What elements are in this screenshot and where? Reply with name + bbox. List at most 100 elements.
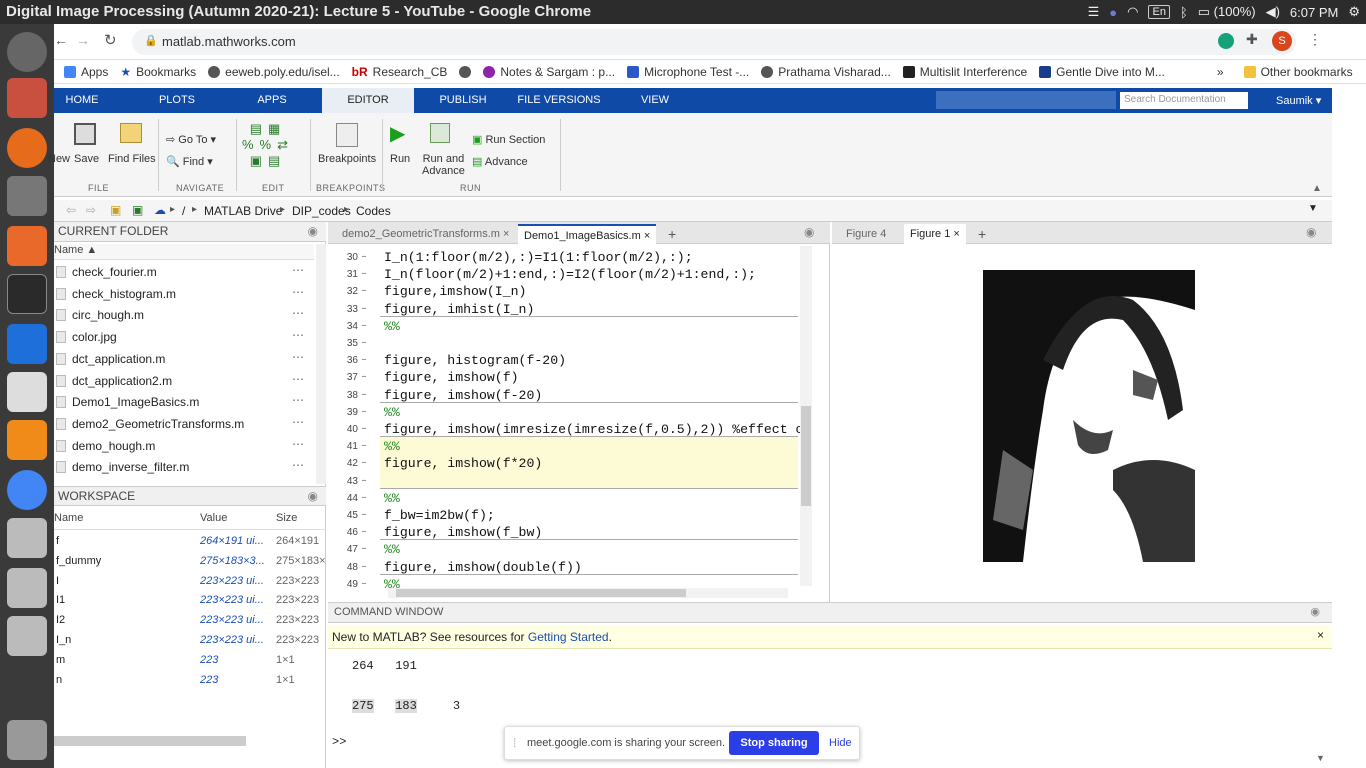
tab-editor[interactable]: EDITOR [322, 88, 414, 113]
volume-icon[interactable]: ◀) [1266, 4, 1280, 20]
workspace-row[interactable]: I1 223×223 ui... 223×223 [54, 591, 326, 611]
grammarly-icon[interactable] [1218, 33, 1234, 49]
advance-button[interactable]: ▤ Advance [472, 155, 528, 168]
breakpoint-marker[interactable]: – [361, 458, 367, 469]
breakpoint-marker[interactable]: – [361, 527, 367, 538]
code-line[interactable]: figure, imshow(f_bw) [384, 525, 542, 540]
col-size[interactable]: Size [276, 512, 297, 524]
breakpoints-button[interactable]: Breakpoints [318, 153, 376, 165]
language-indicator[interactable]: En [1148, 5, 1170, 19]
file-options-icon[interactable]: ⋯ [292, 328, 304, 342]
breakpoint-marker[interactable]: – [361, 390, 367, 401]
folder-file-item[interactable]: demo_inverse_filter.m ⋯ [54, 457, 314, 478]
close-icon[interactable]: × [644, 230, 650, 242]
vscode-icon[interactable] [7, 324, 47, 364]
teams-icon[interactable]: ● [1109, 5, 1117, 20]
find-button[interactable]: 🔍 Find ▾ [166, 155, 213, 168]
editor-tab-demo1[interactable]: Demo1_ImageBasics.m × [518, 224, 657, 244]
tab-file-versions[interactable]: FILE VERSIONS [516, 88, 602, 113]
extensions-icon[interactable]: ✚ [1246, 31, 1258, 48]
text-editor-icon[interactable] [7, 372, 47, 412]
bookmark-bookmarks[interactable]: ★ Bookmarks [120, 65, 196, 79]
forward-icon[interactable]: → [76, 32, 90, 48]
line-number[interactable]: 33 [328, 304, 358, 315]
line-number[interactable]: 49 [328, 579, 358, 590]
chrome-icon[interactable] [7, 470, 47, 510]
scroll-down-icon[interactable]: ▼ [1316, 753, 1325, 763]
breakpoint-marker[interactable]: – [361, 579, 367, 590]
system-tray[interactable]: ☰ ● ◠ En ᛒ ▭ (100%) ◀) 6:07 PM ⚙ [1088, 4, 1360, 20]
folder-file-item[interactable]: color.jpg ⋯ [54, 327, 314, 348]
file-options-icon[interactable]: ⋯ [292, 350, 304, 364]
run-button[interactable]: Run [390, 153, 410, 165]
run-section-button[interactable]: ▣ Run Section [472, 133, 545, 146]
panel-menu-icon[interactable]: ◉ [1306, 225, 1316, 239]
folder-up-icon[interactable]: ▣ [110, 203, 121, 217]
file-options-icon[interactable]: ⋯ [292, 415, 304, 429]
workspace-row[interactable]: m 223 1×1 [54, 651, 326, 671]
breakpoint-marker[interactable]: – [361, 355, 367, 366]
menu-icon[interactable]: ☰ [1088, 4, 1100, 20]
folder-file-item[interactable]: circ_hough.m ⋯ [54, 305, 314, 326]
file-options-icon[interactable]: ⋯ [292, 458, 304, 472]
line-number[interactable]: 44 [328, 493, 358, 504]
code-line[interactable]: figure, imhist(I_n) [384, 302, 534, 317]
line-number[interactable]: 34 [328, 321, 358, 332]
path-root[interactable]: / [182, 204, 185, 218]
code-line[interactable]: %% [384, 405, 400, 420]
line-number[interactable]: 48 [328, 562, 358, 573]
back-icon[interactable]: ← [54, 32, 68, 48]
folder-file-item[interactable]: dct_application2.m ⋯ [54, 371, 314, 392]
workspace-scrollbar[interactable] [54, 736, 246, 746]
profile-avatar[interactable]: S [1272, 31, 1292, 51]
close-icon[interactable]: × [503, 228, 509, 240]
col-name[interactable]: Name [54, 512, 83, 524]
drag-handle-icon[interactable]: ⁞ [513, 736, 516, 750]
file-options-icon[interactable]: ⋯ [292, 437, 304, 451]
close-icon[interactable]: × [953, 228, 959, 240]
bookmark-eeweb[interactable]: eeweb.poly.edu/isel... [208, 65, 340, 79]
workspace-row[interactable]: f 264×191 ui... 264×191 [54, 532, 326, 552]
user-menu[interactable]: Saumik ▾ [1276, 94, 1321, 107]
stop-sharing-button[interactable]: Stop sharing [729, 731, 819, 755]
line-number[interactable]: 46 [328, 527, 358, 538]
scroll-thumb[interactable] [801, 406, 811, 506]
code-line[interactable]: figure,imshow(I_n) [384, 284, 526, 299]
tab-publish[interactable]: PUBLISH [434, 88, 492, 113]
file-options-icon[interactable]: ⋯ [292, 306, 304, 320]
quick-access-toolbar[interactable] [936, 91, 1116, 109]
editor-tab-demo2[interactable]: demo2_GeometricTransforms.m × [336, 224, 515, 244]
trash-icon[interactable] [7, 720, 47, 760]
new-button[interactable]: New [48, 153, 70, 165]
bookmark-notes[interactable]: Notes & Sargam : p... [483, 65, 615, 79]
col-value[interactable]: Value [200, 512, 227, 524]
line-number[interactable]: 36 [328, 355, 358, 366]
breakpoint-marker[interactable]: – [361, 372, 367, 383]
line-number[interactable]: 41 [328, 441, 358, 452]
line-number[interactable]: 45 [328, 510, 358, 521]
breakpoint-marker[interactable]: – [361, 424, 367, 435]
editor-vertical-scrollbar[interactable] [800, 246, 812, 586]
line-number[interactable]: 32 [328, 286, 358, 297]
clock[interactable]: 6:07 PM [1290, 5, 1338, 20]
file-options-icon[interactable]: ⋯ [292, 372, 304, 386]
tab-plots[interactable]: PLOTS [146, 88, 208, 113]
line-number[interactable]: 43 [328, 476, 358, 487]
new-figure-plus-icon[interactable]: + [972, 224, 992, 244]
hscroll-thumb[interactable] [396, 589, 686, 597]
bookmark-microphone[interactable]: Microphone Test -... [627, 65, 749, 79]
line-number[interactable]: 38 [328, 390, 358, 401]
bookmark-multislit[interactable]: Multislit Interference [902, 65, 1027, 79]
search-documentation-input[interactable]: Search Documentation [1120, 92, 1248, 109]
figure-tab-1[interactable]: Figure 1 × [904, 224, 966, 244]
code-line[interactable]: f_bw=im2bw(f); [384, 508, 495, 523]
command-prompt[interactable]: >> [332, 735, 346, 749]
tab-home[interactable]: HOME [54, 88, 110, 113]
vlc-icon[interactable] [7, 420, 47, 460]
breakpoint-marker[interactable]: – [361, 286, 367, 297]
breakpoint-marker[interactable]: – [361, 441, 367, 452]
figure-tab-4[interactable]: Figure 4 [840, 224, 892, 244]
breakpoint-marker[interactable]: – [361, 321, 367, 332]
go-to-button[interactable]: ⇨ Go To ▾ [166, 133, 216, 146]
workspace-row[interactable]: I_n 223×223 ui... 223×223 [54, 631, 326, 651]
